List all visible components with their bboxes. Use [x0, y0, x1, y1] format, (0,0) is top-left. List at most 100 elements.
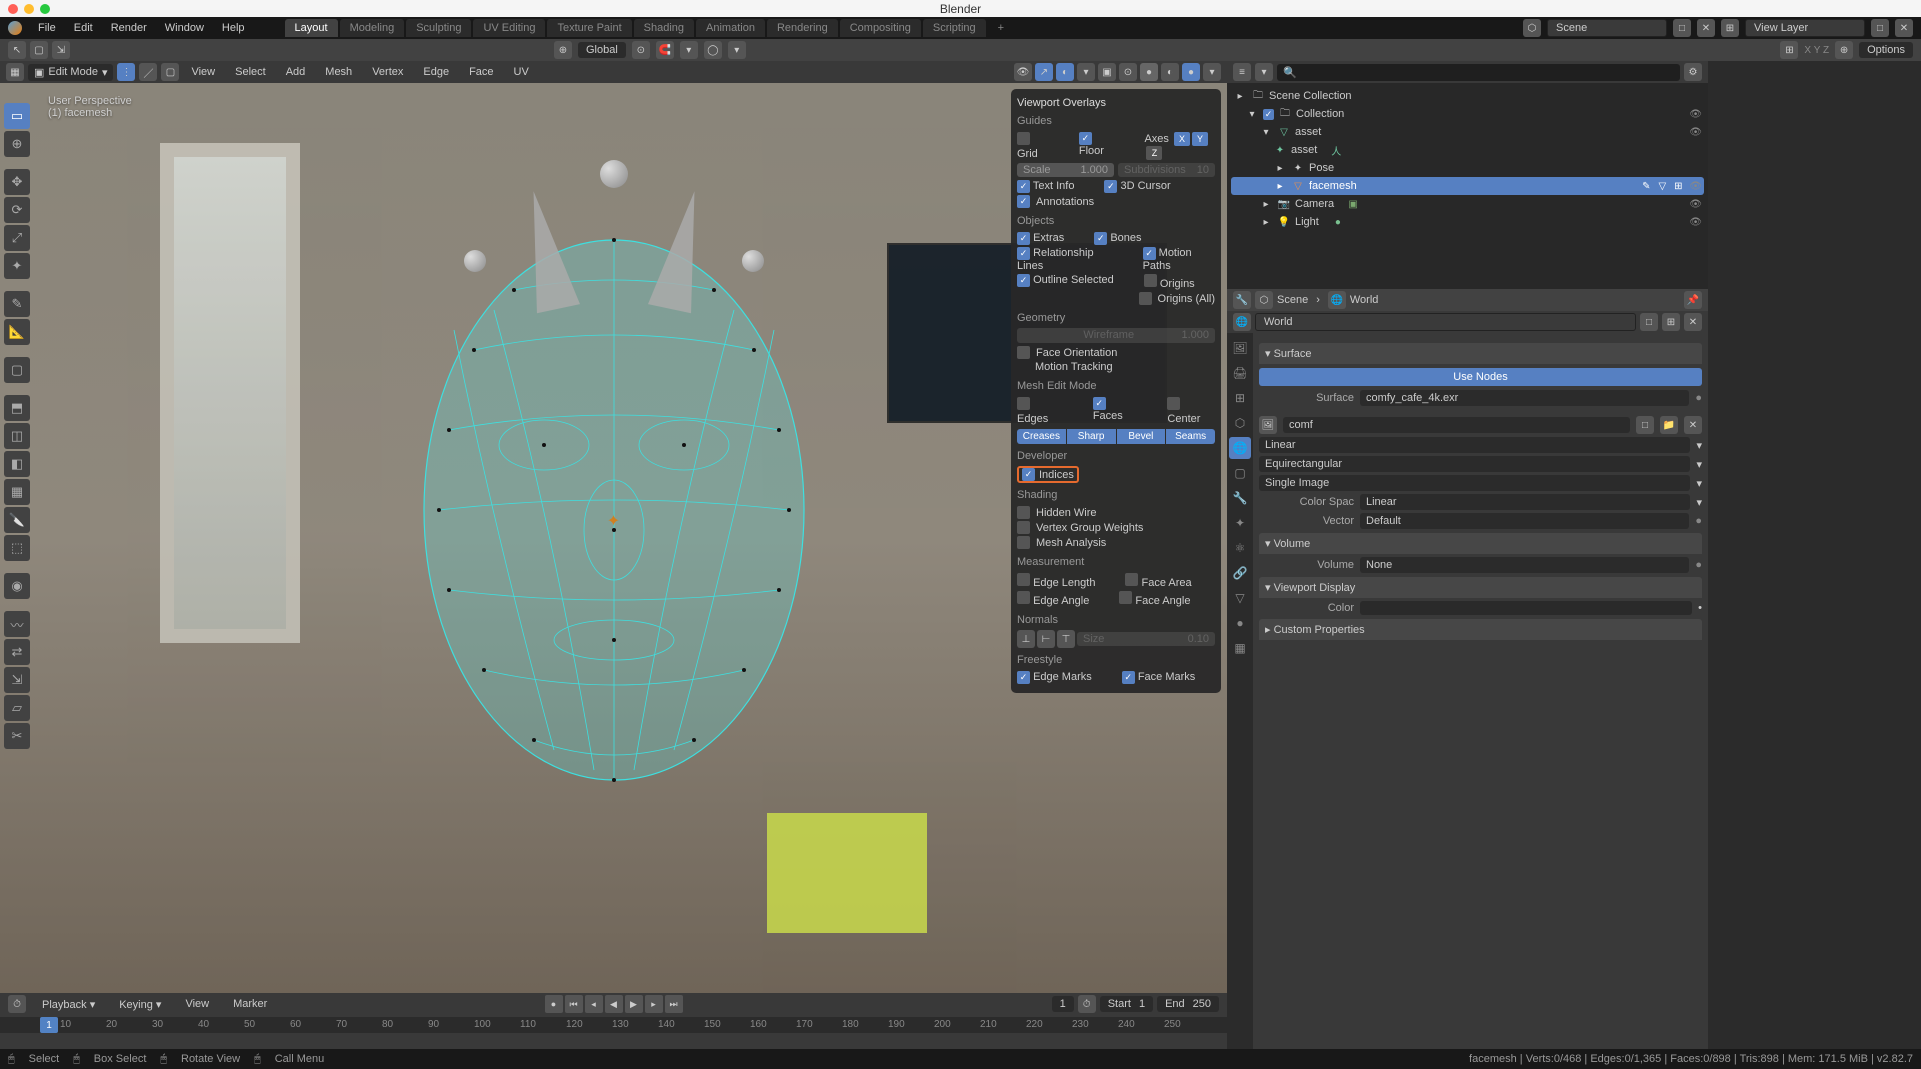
env-image[interactable]: comf: [1283, 417, 1630, 433]
surface-panel-header[interactable]: ▾ Surface: [1259, 343, 1702, 364]
extrude-tool[interactable]: ⬒: [4, 395, 30, 421]
overlays-dropdown-icon[interactable]: ▾: [1077, 63, 1095, 81]
spin-tool[interactable]: ◉: [4, 573, 30, 599]
creases-toggle[interactable]: Creases: [1017, 429, 1066, 444]
indices-checkbox-highlighted[interactable]: ✓Indices: [1017, 466, 1079, 483]
grid-checkbox[interactable]: [1017, 132, 1030, 145]
scene-icon[interactable]: ⬡: [1255, 291, 1273, 309]
jump-end-icon[interactable]: ⏭: [665, 995, 683, 1013]
scene-name-field[interactable]: Scene: [1547, 19, 1667, 37]
custom-props-header[interactable]: ▸ Custom Properties: [1259, 619, 1702, 640]
start-frame[interactable]: Start 1: [1100, 996, 1153, 1012]
shade-solid-icon[interactable]: ●: [1140, 63, 1158, 81]
tab-sculpting[interactable]: Sculpting: [406, 19, 471, 37]
shade-wire-icon[interactable]: ⊙: [1119, 63, 1137, 81]
tab-compositing[interactable]: Compositing: [840, 19, 921, 37]
gizmo-icon[interactable]: ⊞: [1780, 41, 1798, 59]
timeline-keying[interactable]: Keying ▾: [111, 995, 169, 1014]
edges-cb[interactable]: [1017, 397, 1030, 410]
falloff-icon[interactable]: ▾: [728, 41, 746, 59]
snap-icon[interactable]: 🧲: [656, 41, 674, 59]
options-dropdown[interactable]: Options: [1859, 42, 1913, 58]
knife-tool[interactable]: 🔪: [4, 507, 30, 533]
scene-browse-icon[interactable]: ⬡: [1523, 19, 1541, 37]
tab-layout[interactable]: Layout: [285, 19, 338, 37]
facemesh-object[interactable]: ✦: [394, 230, 834, 790]
vp-menu-view[interactable]: View: [183, 63, 223, 81]
menu-help[interactable]: Help: [214, 19, 253, 37]
scene-delete-icon[interactable]: ✕: [1697, 19, 1715, 37]
snap-target-icon[interactable]: ▾: [680, 41, 698, 59]
menu-window[interactable]: Window: [157, 19, 212, 37]
img-browse-icon[interactable]: 🖼: [1259, 416, 1277, 434]
timeline-playback[interactable]: Playback ▾: [34, 995, 103, 1014]
projection-select[interactable]: Equirectangular: [1259, 456, 1690, 472]
timeline-marker[interactable]: Marker: [225, 995, 275, 1013]
ptab-output[interactable]: 🖨: [1229, 362, 1251, 384]
inset-tool[interactable]: ◫: [4, 423, 30, 449]
vp-menu-face[interactable]: Face: [461, 63, 501, 81]
edgemarks-cb[interactable]: ✓: [1017, 671, 1030, 684]
shrink-tool[interactable]: ⇲: [4, 667, 30, 693]
vp-menu-select[interactable]: Select: [227, 63, 274, 81]
outline-cb[interactable]: ✓: [1017, 274, 1030, 287]
viewlayer-delete-icon[interactable]: ✕: [1895, 19, 1913, 37]
img-new-icon[interactable]: □: [1636, 416, 1654, 434]
loopcut-tool[interactable]: ▦: [4, 479, 30, 505]
axis-z[interactable]: Z: [1146, 146, 1162, 160]
annotations-cb[interactable]: ✓: [1017, 195, 1030, 208]
view-select-icon[interactable]: 👁: [1014, 63, 1032, 81]
vector-select[interactable]: Default: [1360, 513, 1689, 529]
bones-cb[interactable]: ✓: [1094, 232, 1107, 245]
ptab-viewlayer[interactable]: ⊞: [1229, 387, 1251, 409]
preview-range-icon[interactable]: ⏱: [1078, 995, 1096, 1013]
originsall-cb[interactable]: [1139, 292, 1152, 305]
hidden-cb[interactable]: [1017, 506, 1030, 519]
tree-asset-armature[interactable]: ✦asset人: [1231, 141, 1704, 159]
edgelen-cb[interactable]: [1017, 573, 1030, 586]
world-new-icon[interactable]: □: [1640, 313, 1658, 331]
world-copy-icon[interactable]: ⊞: [1662, 313, 1680, 331]
scale-tool[interactable]: ⤢: [4, 225, 30, 251]
tab-add[interactable]: +: [988, 19, 1014, 37]
overlays-toggle[interactable]: ◐: [1056, 63, 1074, 81]
smooth-tool[interactable]: 〰: [4, 611, 30, 637]
bevel-toggle[interactable]: Bevel: [1117, 429, 1166, 444]
tab-texture[interactable]: Texture Paint: [547, 19, 631, 37]
rip-tool[interactable]: ✂: [4, 723, 30, 749]
origins-cb[interactable]: [1144, 274, 1157, 287]
image-source-select[interactable]: Single Image: [1259, 475, 1690, 491]
bevel-tool[interactable]: ◧: [4, 451, 30, 477]
xray-icon[interactable]: ▣: [1098, 63, 1116, 81]
mode-select[interactable]: ▣ Edit Mode ▾: [28, 64, 113, 81]
surface-value[interactable]: comfy_cafe_4k.exr: [1360, 390, 1689, 406]
viewport-display-header[interactable]: ▾ Viewport Display: [1259, 577, 1702, 598]
jump-start-icon[interactable]: ⏮: [565, 995, 583, 1013]
proportional-edit-icon[interactable]: ◯: [704, 41, 722, 59]
normal-e-icon[interactable]: ⊢: [1037, 630, 1055, 648]
move-tool[interactable]: ✥: [4, 169, 30, 195]
vp-menu-edge[interactable]: Edge: [415, 63, 457, 81]
volume-select[interactable]: None: [1360, 557, 1689, 573]
ptab-modifiers[interactable]: 🔧: [1229, 487, 1251, 509]
tab-rendering[interactable]: Rendering: [767, 19, 838, 37]
textinfo-cb[interactable]: ✓: [1017, 180, 1030, 193]
gizmo-toggle[interactable]: ↗: [1035, 63, 1053, 81]
play-reverse-icon[interactable]: ◀: [605, 995, 623, 1013]
cursor-tool[interactable]: ⊕: [4, 131, 30, 157]
rel-cb[interactable]: ✓: [1017, 247, 1030, 260]
img-open-icon[interactable]: 📁: [1660, 416, 1678, 434]
annotate-tool[interactable]: ✎: [4, 291, 30, 317]
tab-uv[interactable]: UV Editing: [473, 19, 545, 37]
tab-scripting[interactable]: Scripting: [923, 19, 986, 37]
outliner-display-icon[interactable]: ▾: [1255, 63, 1273, 81]
axis-y[interactable]: Y: [1192, 132, 1208, 146]
normal-v-icon[interactable]: ⊥: [1017, 630, 1035, 648]
current-frame[interactable]: 1: [1052, 996, 1074, 1012]
facemarks-cb[interactable]: ✓: [1122, 671, 1135, 684]
autokey-icon[interactable]: ●: [545, 995, 563, 1013]
ptab-texture[interactable]: ▦: [1229, 637, 1251, 659]
shade-rendered-icon[interactable]: ●: [1182, 63, 1200, 81]
world-name-field[interactable]: World: [1255, 313, 1636, 331]
use-nodes-button[interactable]: Use Nodes: [1259, 368, 1702, 386]
